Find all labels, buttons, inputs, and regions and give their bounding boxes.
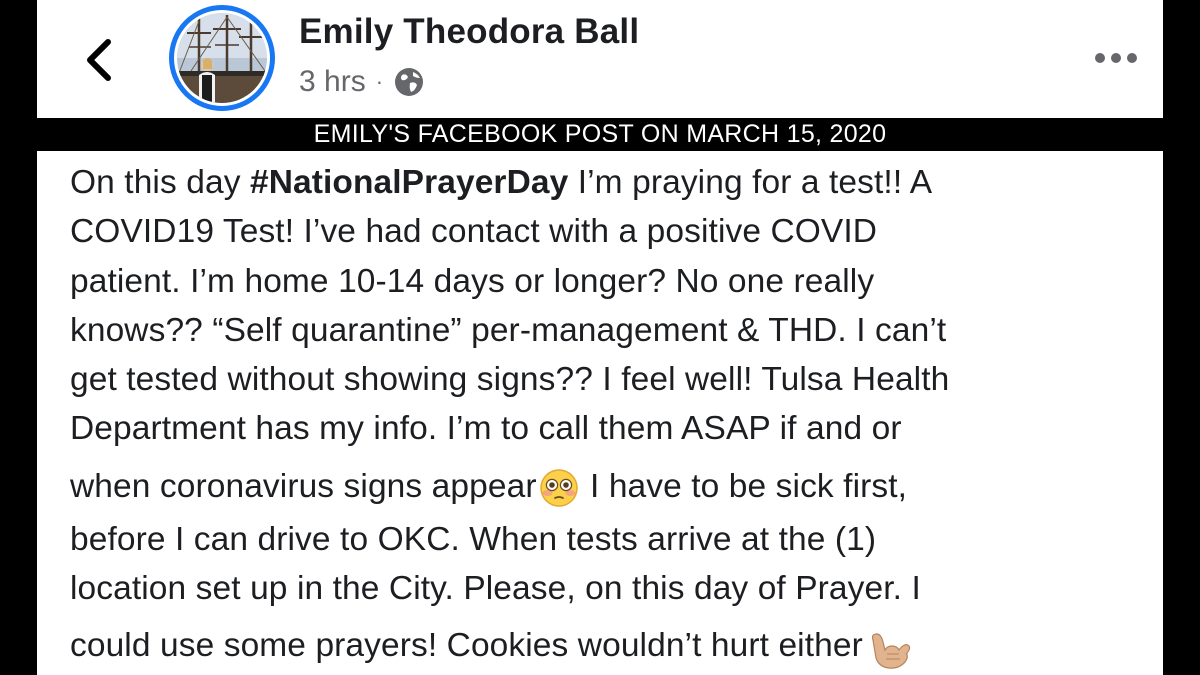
post-line: Department has my info. I’m to call them… xyxy=(70,410,902,448)
hashtag-link[interactable]: #NationalPrayerDay xyxy=(250,164,568,201)
more-horizontal-icon-dot xyxy=(1095,53,1105,63)
post-timestamp[interactable]: 3 hrs xyxy=(299,65,366,99)
meta-separator: · xyxy=(375,69,384,94)
caption-banner: EMILY'S FACEBOOK POST ON MARCH 15, 2020 xyxy=(37,118,1163,151)
post-line: before I can drive to OKC. When tests ar… xyxy=(70,520,877,558)
post-line: when coronavirus signs appear I have to … xyxy=(70,454,1140,515)
post-body-text: On this day #NationalPrayerDay I’m prayi… xyxy=(70,158,1140,674)
call-me-hand-emoji xyxy=(871,632,911,669)
post-line: On this day #NationalPrayerDay I’m prayi… xyxy=(70,164,933,201)
more-options-button[interactable] xyxy=(1091,44,1141,72)
profile-avatar[interactable] xyxy=(169,5,275,111)
post-meta: 3 hrs · xyxy=(299,62,425,102)
post-line: knows?? “Self quarantine” per-management… xyxy=(70,311,947,349)
back-button[interactable] xyxy=(77,36,121,84)
post-line: COVID19 Test! I’ve had contact with a po… xyxy=(70,213,878,251)
post-line: patient. I’m home 10-14 days or longer? … xyxy=(70,262,875,300)
author-name[interactable]: Emily Theodora Ball xyxy=(299,12,639,52)
more-horizontal-icon-dot xyxy=(1127,53,1137,63)
flushed-face-emoji xyxy=(539,469,578,507)
globe-icon[interactable] xyxy=(393,66,425,98)
post-line: location set up in the City. Please, on … xyxy=(70,570,921,608)
chevron-left-icon xyxy=(87,39,111,81)
post-header: Emily Theodora Ball 3 hrs · xyxy=(37,0,1163,118)
post-line: could use some prayers! Cookies wouldn’t… xyxy=(70,613,1140,674)
avatar-photo xyxy=(177,13,267,103)
facebook-post-frame: Emily Theodora Ball 3 hrs · EMILY'S FACE… xyxy=(37,0,1163,675)
post-line: get tested without showing signs?? I fee… xyxy=(70,361,950,399)
more-horizontal-icon-dot xyxy=(1111,53,1121,63)
